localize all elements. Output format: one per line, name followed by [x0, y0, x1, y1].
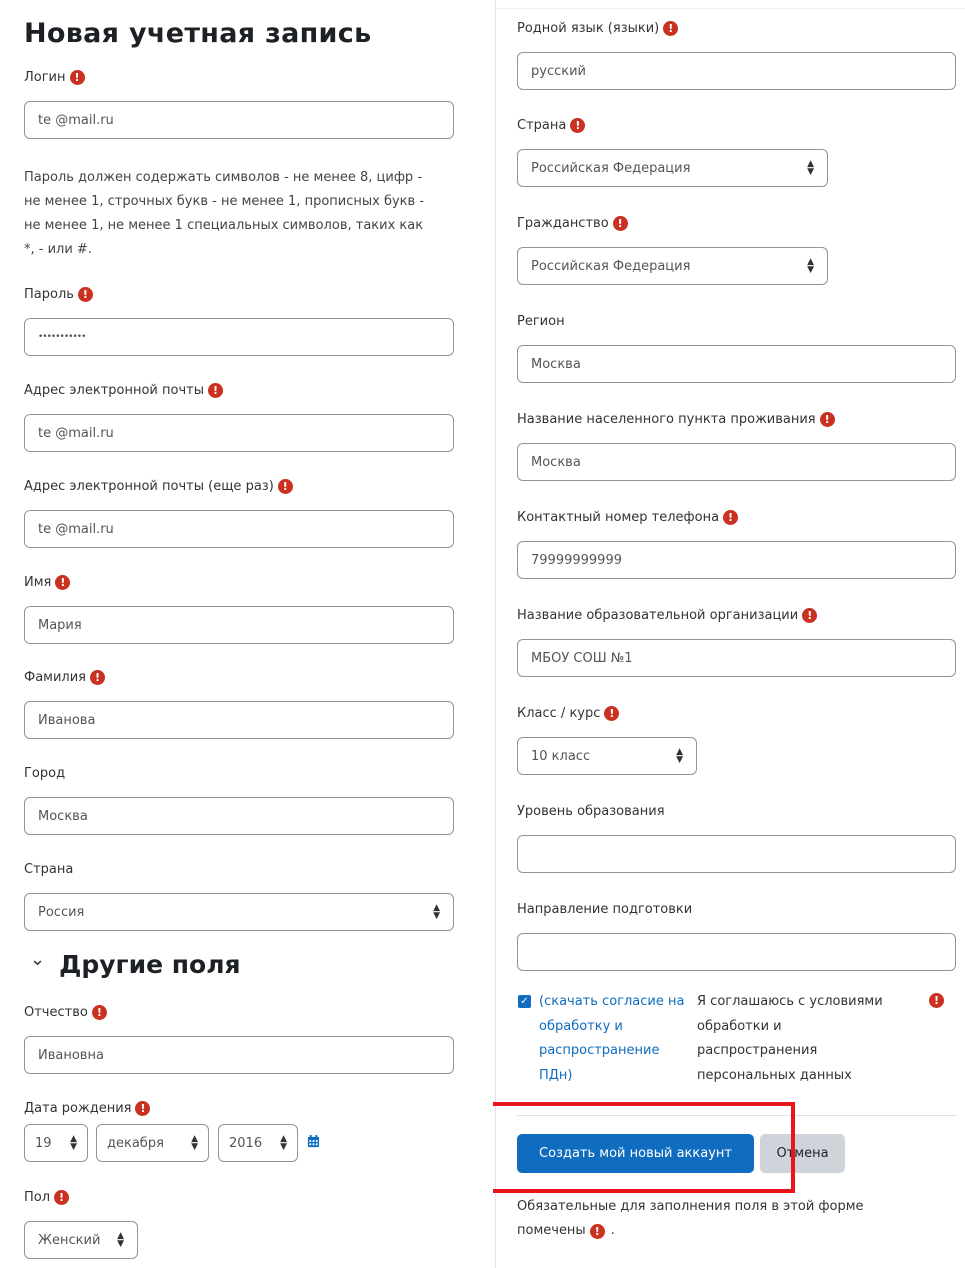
country-select-value: Россия [38, 904, 85, 920]
country-select[interactable]: Россия ▲ ▼ [24, 893, 454, 931]
select-arrows-icon: ▲ ▼ [280, 1134, 287, 1152]
grade-label: Класс / курс! [517, 706, 620, 721]
direction-label: Направление подготовки [517, 902, 693, 917]
organization-field[interactable]: МБОУ СОШ №1 [517, 639, 956, 677]
settlement-label: Название населенного пункта проживания! [517, 412, 835, 427]
region-label: Регион [517, 314, 565, 329]
edu-level-field[interactable] [517, 835, 956, 873]
birthdate-label: Дата рождения! [24, 1101, 151, 1116]
required-icon: ! [54, 1190, 70, 1205]
native-language-field[interactable]: русский [517, 52, 956, 90]
select-arrows-icon: ▲ ▼ [807, 159, 814, 177]
other-fields-header[interactable]: ⌄ Другие поля [30, 949, 241, 979]
select-arrows-icon: ▲ ▼ [117, 1231, 124, 1249]
required-icon: ! [570, 118, 586, 133]
required-icon: ! [663, 21, 679, 36]
birth-day-value: 19 [35, 1135, 52, 1151]
required-icon: ! [208, 383, 223, 398]
password-field[interactable]: ••••••••••• [24, 318, 454, 356]
birth-year-select[interactable]: 2016 ▲ ▼ [218, 1124, 298, 1162]
required-icon: ! [69, 70, 85, 85]
required-icon: ! [589, 1223, 605, 1239]
birth-month-select[interactable]: декабря ▲ ▼ [96, 1124, 209, 1162]
email-field[interactable]: te @mail.ru [24, 414, 454, 452]
native-language-label: Родной язык (языки)! [517, 21, 679, 36]
country-select-right-value: Российская Федерация [531, 160, 691, 176]
email-repeat-field[interactable]: te @mail.ru [24, 510, 454, 548]
required-icon: ! [277, 479, 293, 494]
chevron-down-icon: ⌄ [30, 949, 46, 970]
required-icon: ! [90, 670, 105, 685]
other-fields-title: Другие поля [59, 950, 241, 979]
required-icon: ! [929, 993, 944, 1008]
required-icon: ! [604, 706, 620, 721]
edu-level-label: Уровень образования [517, 804, 665, 819]
phone-label: Контактный номер телефона! [517, 510, 739, 525]
required-icon: ! [135, 1101, 151, 1116]
citizenship-select[interactable]: Российская Федерация ▲ ▼ [517, 247, 828, 285]
email-repeat-label: Адрес электронной почты (еще раз)! [24, 479, 293, 494]
select-arrows-icon: ▲ ▼ [676, 747, 683, 765]
citizenship-select-value: Российская Федерация [531, 258, 691, 274]
select-arrows-icon: ▲ ▼ [807, 257, 814, 275]
city-label: Город [24, 766, 66, 781]
select-arrows-icon: ▲ ▼ [70, 1134, 77, 1152]
highlight-annotation [493, 1102, 795, 1193]
region-field[interactable]: Москва [517, 345, 956, 383]
login-label: Логин! [24, 70, 85, 85]
consent-checkbox[interactable]: ✓ [518, 995, 531, 1008]
consent-text: Я соглашаюсь с условиями обработки и рас… [697, 994, 883, 1083]
city-field[interactable]: Москва [24, 797, 454, 835]
page-title: Новая учетная запись [24, 18, 372, 49]
required-icon: ! [819, 412, 835, 427]
country-label-right: Страна! [517, 118, 586, 133]
lastname-field[interactable]: Иванова [24, 701, 454, 739]
login-field[interactable]: te @mail.ru [24, 101, 454, 139]
direction-field[interactable] [517, 933, 956, 971]
country-select-right[interactable]: Российская Федерация ▲ ▼ [517, 149, 828, 187]
calendar-icon[interactable] [307, 1135, 320, 1148]
patronymic-field[interactable]: Ивановна [24, 1036, 454, 1074]
firstname-label: Имя! [24, 575, 71, 590]
gender-label: Пол! [24, 1190, 70, 1205]
required-icon: ! [723, 510, 739, 525]
settlement-field[interactable]: Москва [517, 443, 956, 481]
required-icon: ! [91, 1005, 107, 1020]
select-arrows-icon: ▲ ▼ [433, 903, 440, 921]
birth-day-select[interactable]: 19 ▲ ▼ [24, 1124, 88, 1162]
required-icon: ! [612, 216, 628, 231]
country-label: Страна [24, 862, 74, 877]
grade-select[interactable]: 10 класс ▲ ▼ [517, 737, 697, 775]
citizenship-label: Гражданство! [517, 216, 628, 231]
password-requirements: Пароль должен содержать символов - не ме… [24, 170, 425, 257]
lastname-label: Фамилия! [24, 670, 105, 685]
birth-year-value: 2016 [229, 1135, 263, 1151]
firstname-field[interactable]: Мария [24, 606, 454, 644]
select-arrows-icon: ▲ ▼ [191, 1134, 198, 1152]
grade-select-value: 10 класс [531, 748, 591, 764]
required-note: Обязательные для заполнения поля в этой … [517, 1199, 864, 1239]
consent-download-link[interactable]: (скачать согласие на обработку и распрос… [539, 990, 684, 1088]
required-icon: ! [802, 608, 818, 623]
required-icon: ! [55, 575, 71, 590]
column-divider [495, 0, 496, 1268]
gender-select-value: Женский [38, 1232, 101, 1248]
birth-month-value: декабря [107, 1135, 164, 1151]
organization-label: Название образовательной организации! [517, 608, 818, 623]
password-label: Пароль! [24, 287, 93, 302]
required-icon: ! [77, 287, 93, 302]
patronymic-label: Отчество! [24, 1005, 107, 1020]
phone-field[interactable]: 79999999999 [517, 541, 956, 579]
email-label: Адрес электронной почты! [24, 383, 223, 398]
gender-select[interactable]: Женский ▲ ▼ [24, 1221, 138, 1259]
top-border [496, 8, 965, 9]
